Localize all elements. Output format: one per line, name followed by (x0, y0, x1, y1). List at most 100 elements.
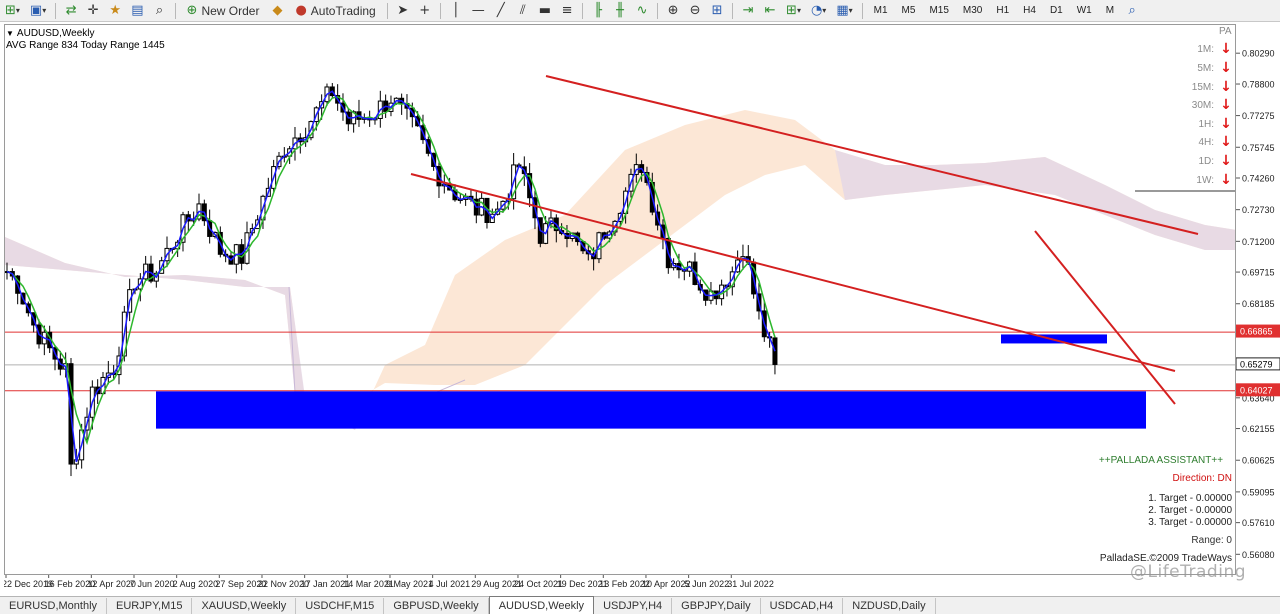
new-chart-button[interactable]: ⊞ ▾ (1, 1, 24, 21)
market-watch-icon: ⇄ (65, 3, 77, 18)
down-arrow-icon: ↓ (1220, 116, 1232, 132)
zoom-out-button[interactable]: ⊖ (685, 1, 705, 21)
toolbar-divider (55, 2, 57, 19)
pallada-assistant-panel: ++PALLADA ASSISTANT++ Direction: DN 1. T… (1090, 455, 1232, 565)
search-button[interactable]: ⌕ (1122, 1, 1142, 21)
tab-usdchf-m15[interactable]: USDCHF,M15 (296, 598, 385, 614)
timeframe-m5-button[interactable]: M5 (896, 1, 922, 21)
bar-chart-button[interactable]: ╟ (588, 1, 608, 21)
line-chart-button[interactable]: ∿ (632, 1, 652, 21)
horizontal-line-icon: — (471, 3, 485, 18)
pa-row-1w: 1W: ↓ (1170, 171, 1232, 189)
price-marker-label: 0.65279 (1240, 359, 1273, 369)
pa-row-30m: 30M: ↓ (1170, 96, 1232, 114)
tab-eurjpy-m15[interactable]: EURJPY,M15 (107, 598, 193, 614)
crosshair-icon: + (419, 3, 431, 18)
price-marker-label: 0.66865 (1240, 327, 1273, 337)
toolbar-divider (174, 2, 176, 19)
horizontal-line-tool-button[interactable]: — (468, 1, 489, 21)
metaeditor-button[interactable]: ◆ (267, 1, 287, 21)
strategy-tester-button[interactable]: ⌕ (150, 1, 170, 21)
market-watch-button[interactable]: ⇄ (61, 1, 81, 21)
down-arrow-icon: ↓ (1220, 172, 1232, 188)
collapse-triangle-icon[interactable]: ▼ (6, 29, 14, 38)
trendline-tool-button[interactable]: ╱ (491, 1, 511, 21)
price-chart[interactable] (5, 25, 1236, 575)
terminal-icon: ▤ (131, 3, 144, 18)
price-tick-label: 0.56080 (1242, 550, 1275, 560)
templates-icon: ▦ (836, 3, 849, 18)
auto-trading-label: AutoTrading (310, 3, 376, 18)
timeframe-w1-button[interactable]: W1 (1071, 1, 1098, 21)
tab-gbpjpy-daily[interactable]: GBPJPY,Daily (672, 598, 761, 614)
price-tick-label: 0.68185 (1242, 299, 1275, 309)
new-order-button[interactable]: ⊕ New Order (181, 1, 266, 21)
assistant-target-1: 1. Target - 0.00000 (1148, 493, 1232, 504)
chevron-down-icon: ▾ (796, 5, 801, 15)
clock-icon: ◔ (810, 3, 823, 18)
price-tick-label: 0.57610 (1242, 518, 1275, 528)
assistant-target-3: 3. Target - 0.00000 (1148, 517, 1232, 528)
rectangle-tool-button[interactable]: ▬ (535, 1, 555, 21)
toolbar-divider (386, 2, 388, 19)
price-tick-label: 0.72730 (1242, 205, 1275, 215)
fibonacci-tool-button[interactable]: ≡ (557, 1, 577, 21)
tab-nzdusd-daily[interactable]: NZDUSD,Daily (843, 598, 936, 614)
timeframe-m1-button[interactable]: M1 (868, 1, 894, 21)
chevron-down-icon: ▾ (42, 5, 47, 15)
timeframe-d1-button[interactable]: D1 (1044, 1, 1069, 21)
timeframe-m30-button[interactable]: M30 (957, 1, 988, 21)
timeframe-h4-button[interactable]: H4 (1017, 1, 1042, 21)
pa-row-5m: 5M: ↓ (1170, 59, 1232, 77)
templates-button[interactable]: ▦ ▾ (832, 1, 856, 21)
pa-label: 30M: (1191, 99, 1214, 111)
chart-area[interactable] (4, 24, 1236, 575)
price-tick-label: 0.59095 (1242, 487, 1275, 497)
down-arrow-icon: ↓ (1220, 153, 1232, 169)
time-tick-label: 31 Jul 2022 (727, 579, 774, 589)
timeframe-mn-button[interactable]: M (1100, 1, 1120, 21)
time-tick-label: 9 May 2021 (386, 579, 433, 589)
tab-eurusd-monthly[interactable]: EURUSD,Monthly (0, 598, 108, 614)
navigator-button[interactable]: ★ (105, 1, 125, 21)
timeframe-m15-button[interactable]: M15 (923, 1, 954, 21)
toolbar-divider (861, 2, 863, 19)
toolbar-divider (439, 2, 441, 19)
data-window-button[interactable]: ✛ (83, 1, 103, 21)
navigator-star-icon: ★ (109, 3, 122, 18)
tab-usdjpy-h4[interactable]: USDJPY,H4 (594, 598, 673, 614)
assistant-range: Range: 0 (1191, 535, 1232, 546)
periods-button[interactable]: ◔ ▾ (807, 1, 830, 21)
time-tick-label: 4 Jul 2021 (429, 579, 471, 589)
tab-xauusd-weekly[interactable]: XAUUSD,Weekly (192, 598, 297, 614)
price-tick-label: 0.80290 (1242, 49, 1275, 59)
price-tick-label: 0.75745 (1242, 143, 1275, 153)
tab-audusd-weekly[interactable]: AUDUSD,Weekly (488, 596, 595, 614)
auto-trading-button[interactable]: ● AutoTrading (289, 1, 381, 21)
zoom-in-button[interactable]: ⊕ (663, 1, 683, 21)
crosshair-target-icon: ✛ (87, 3, 99, 18)
terminal-button[interactable]: ▤ (127, 1, 147, 21)
price-tick-label: 0.62155 (1242, 424, 1275, 434)
cursor-tool-button[interactable]: ➤ (393, 1, 413, 21)
chevron-down-icon: ▾ (822, 5, 827, 15)
channel-tool-button[interactable]: ⫽ (513, 1, 533, 21)
demand-zone-large (156, 391, 1146, 429)
range-info: AVG Range 834 Today Range 1445 (6, 40, 165, 51)
profiles-button[interactable]: ▣ ▾ (26, 1, 50, 21)
vertical-line-tool-button[interactable]: │ (446, 1, 466, 21)
chart-tabs: EURUSD,Monthly EURJPY,M15 XAUUSD,Weekly … (0, 596, 1280, 614)
price-tick-label: 0.71200 (1242, 237, 1275, 247)
tab-gbpusd-weekly[interactable]: GBPUSD,Weekly (384, 598, 489, 614)
auto-scroll-button[interactable]: ⇥ (738, 1, 758, 21)
crosshair-tool-button[interactable]: + (415, 1, 435, 21)
tile-windows-button[interactable]: ⊞ (707, 1, 727, 21)
tab-usdcad-h4[interactable]: USDCAD,H4 (761, 598, 844, 614)
timeframe-h1-button[interactable]: H1 (990, 1, 1015, 21)
indicators-button[interactable]: ⊞ ▾ (782, 1, 805, 21)
time-axis: 22 Dec 2019 16 Feb 2020 12 Apr 2020 7 Jun 2… (2, 575, 1236, 591)
down-arrow-icon: ↓ (1220, 134, 1232, 150)
chart-shift-button[interactable]: ⇤ (760, 1, 780, 21)
price-axis[interactable]: 0.80290 0.78800 0.77275 0.75745 0.74260 0.727… (1235, 24, 1280, 575)
candle-chart-button[interactable]: ╫ (610, 1, 630, 21)
